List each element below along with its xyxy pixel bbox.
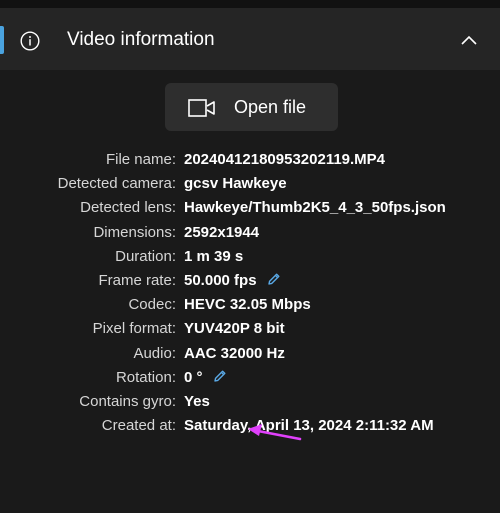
info-rows: File name: 20240412180953202119.MP4 Dete… xyxy=(0,148,500,438)
dimensions-label: Dimensions: xyxy=(93,223,176,241)
pink-arrow-annotation xyxy=(248,424,302,441)
top-strip xyxy=(0,0,500,8)
open-file-label: Open file xyxy=(234,97,307,117)
pixel-format-label: Pixel format: xyxy=(92,320,176,338)
row-dimensions: Dimensions: 2592x1944 xyxy=(0,221,500,245)
frame-rate-label: Frame rate: xyxy=(98,271,176,289)
video-information-panel: Video information Open file File name: 2… xyxy=(0,0,500,513)
frame-rate-value-wrap: 50.000 fps xyxy=(184,269,281,293)
pixel-format-value: YUV420P 8 bit xyxy=(184,320,285,338)
rotation-label: Rotation: xyxy=(115,368,176,386)
created-at-label: Created at: xyxy=(101,417,176,435)
duration-value: 1 m 39 s xyxy=(184,247,244,265)
header-accent-bar xyxy=(0,26,4,54)
rotation-value-wrap: 0 ° xyxy=(184,366,227,390)
row-duration: Duration: 1 m 39 s xyxy=(0,245,500,269)
row-codec: Codec: HEVC 32.05 Mbps xyxy=(0,293,500,317)
audio-value: AAC 32000 Hz xyxy=(184,344,285,362)
file-name-label: File name: xyxy=(105,151,176,168)
contains-gyro-value: Yes xyxy=(184,392,210,410)
section-title: Video information xyxy=(67,29,215,50)
video-camera-icon xyxy=(188,99,215,117)
codec-label: Codec: xyxy=(128,296,176,314)
dimensions-value: 2592x1944 xyxy=(184,223,260,241)
row-file-name: File name: 20240412180953202119.MP4 xyxy=(0,148,500,172)
file-name-value: 20240412180953202119.MP4 xyxy=(184,151,386,168)
row-frame-rate: Frame rate: 50.000 fps xyxy=(0,269,500,293)
detected-lens-label: Detected lens: xyxy=(80,199,176,217)
duration-label: Duration: xyxy=(115,247,176,265)
detected-lens-value: Hawkeye/Thumb2K5_4_3_50fps.json xyxy=(184,199,446,217)
frame-rate-value: 50.000 fps xyxy=(184,271,257,289)
row-contains-gyro: Contains gyro: Yes xyxy=(0,390,500,414)
open-file-button[interactable]: Open file xyxy=(165,83,338,131)
row-detected-camera: Detected camera: gcsv Hawkeye xyxy=(0,172,500,196)
chevron-up-icon[interactable] xyxy=(460,33,478,47)
codec-value: HEVC 32.05 Mbps xyxy=(184,296,311,314)
row-rotation: Rotation: 0 ° xyxy=(0,366,500,390)
section-header[interactable]: Video information xyxy=(0,8,500,70)
audio-label: Audio: xyxy=(133,344,176,362)
row-pixel-format: Pixel format: YUV420P 8 bit xyxy=(0,317,500,341)
pencil-icon[interactable] xyxy=(267,272,281,286)
detected-camera-label: Detected camera: xyxy=(57,175,176,193)
created-at-value: Saturday, April 13, 2024 2:11:32 AM xyxy=(184,417,434,435)
contains-gyro-label: Contains gyro: xyxy=(79,392,176,410)
rotation-value: 0 ° xyxy=(184,368,203,386)
row-audio: Audio: AAC 32000 Hz xyxy=(0,342,500,366)
pencil-icon[interactable] xyxy=(213,369,227,383)
info-circle-icon xyxy=(20,31,40,51)
detected-camera-value: gcsv Hawkeye xyxy=(184,175,287,193)
row-detected-lens: Detected lens: Hawkeye/Thumb2K5_4_3_50fp… xyxy=(0,196,500,220)
